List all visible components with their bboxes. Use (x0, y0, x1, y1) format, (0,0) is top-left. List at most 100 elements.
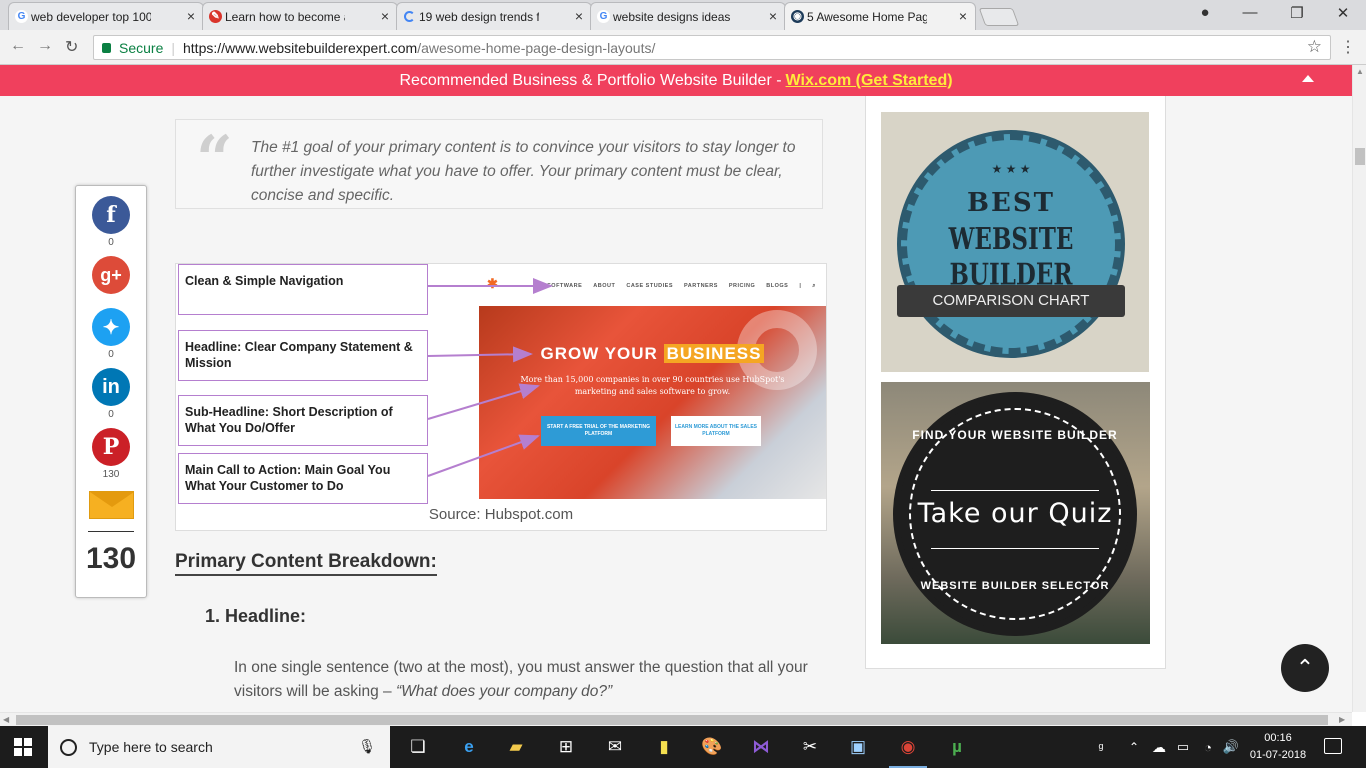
edge-icon[interactable]: e (456, 734, 482, 760)
restore-button[interactable]: ❐ (1282, 4, 1312, 22)
facebook-share-button[interactable]: f (92, 196, 130, 234)
divider (88, 531, 134, 532)
close-tab-icon[interactable]: × (187, 8, 195, 24)
sticky-notes-icon[interactable]: ▮ (651, 734, 677, 760)
quote-mark-icon: “ (196, 122, 233, 197)
minimize-button[interactable]: — (1235, 4, 1265, 21)
list-heading: 1. Headline: (205, 606, 307, 626)
email-share-icon[interactable] (89, 491, 134, 519)
blockquote: “ The #1 goal of your primary content is… (175, 119, 823, 209)
quiz-seal: FIND YOUR WEBSITE BUILDER Take our Quiz … (899, 398, 1131, 630)
show-hidden-icons[interactable]: ⌃ (1121, 734, 1147, 760)
scroll-up-arrow[interactable]: ▲ (1356, 67, 1364, 76)
figure-caption: Source: Hubspot.com (428, 506, 574, 523)
quote-text: The #1 goal of your primary content is t… (251, 139, 796, 204)
browser-tab[interactable]: G website designs ideas - G × (590, 2, 786, 30)
banner-link[interactable]: Wix.com (Get Started) (786, 72, 953, 90)
chevron-up-icon: ⌃ (1295, 655, 1315, 680)
file-explorer-icon[interactable]: ▰ (503, 734, 529, 760)
quiz-ad[interactable]: FIND YOUR WEBSITE BUILDER Take our Quiz … (881, 382, 1150, 644)
utorrent-icon[interactable]: µ (944, 734, 970, 760)
search-icon (60, 738, 77, 756)
pinterest-share-button[interactable]: P (92, 428, 130, 466)
site-icon: ◉ (791, 10, 804, 23)
image-viewer-icon[interactable]: ▣ (845, 734, 871, 760)
divider (931, 490, 1099, 491)
scroll-right-arrow[interactable]: ▶ (1339, 715, 1345, 724)
close-tab-icon[interactable]: × (769, 8, 777, 24)
back-button[interactable]: ← (10, 37, 26, 55)
annotated-figure: Clean & Simple Navigation Headline: Clea… (175, 263, 827, 531)
pinterest-icon: P (102, 434, 120, 460)
separator: | (171, 39, 175, 56)
horizontal-scroll-thumb[interactable] (16, 715, 1328, 725)
site-icon: ✎ (209, 10, 222, 23)
comparison-chart-ad[interactable]: ★ ★ ★ BEST WEBSITE BUILDER COMPARISON CH… (881, 112, 1149, 372)
horizontal-scrollbar[interactable]: ◀ ▶ (0, 712, 1352, 726)
close-tab-icon[interactable]: × (381, 8, 389, 24)
address-bar[interactable]: Secure | https://www.websitebuilderexper… (93, 35, 1331, 60)
article-paragraph: In one single sentence (two at the most)… (234, 659, 808, 700)
close-tab-icon[interactable]: × (959, 8, 967, 24)
google-icon: G (15, 10, 28, 23)
microphone-icon[interactable]: 🎙 (358, 738, 376, 755)
best-website-builder-badge: ★ ★ ★ BEST WEBSITE BUILDER COMPARISON CH… (897, 134, 1125, 354)
new-tab-button[interactable] (978, 8, 1020, 26)
vertical-scrollbar[interactable]: ▲ (1352, 65, 1366, 712)
total-share-count: 130 (85, 542, 137, 575)
battery-icon[interactable]: ▭ (1170, 734, 1196, 760)
onedrive-icon[interactable]: ☁ (1146, 734, 1172, 760)
vertical-scroll-thumb[interactable] (1355, 148, 1365, 165)
page-content: “ The #1 goal of your primary content is… (0, 96, 1352, 712)
notifications-icon[interactable] (1324, 738, 1342, 754)
windows-taskbar: Type here to search 🎙 ❏ e ▰ ⊞ ✉ ▮ 🎨 ⋈ ✂ … (0, 726, 1366, 768)
reload-button[interactable]: ↻ (65, 37, 78, 57)
people-icon[interactable]: ᵍ (1088, 734, 1114, 760)
googleplus-icon: g+ (100, 264, 122, 285)
clock-time: 00:16 (1264, 732, 1292, 744)
emphasized-question: “What does your company do?” (395, 683, 613, 700)
browser-tab-active[interactable]: ◉ 5 Awesome Home Page D × (784, 2, 976, 30)
scroll-left-arrow[interactable]: ◀ (3, 715, 9, 724)
twitter-count: 0 (108, 349, 114, 360)
browser-tab[interactable]: G web developer top 100 s × (8, 2, 204, 30)
close-window-button[interactable]: ✕ (1328, 4, 1358, 22)
facebook-icon: f (106, 202, 116, 228)
browser-menu-icon[interactable]: ⋮ (1340, 37, 1356, 57)
bookmark-star-icon[interactable]: ☆ (1307, 37, 1322, 57)
divider (931, 548, 1099, 549)
browser-tab-strip: G web developer top 100 s × ✎ Learn how … (0, 0, 1366, 30)
clock-date: 01-07-2018 (1249, 749, 1307, 761)
arrow-subheadline (427, 383, 540, 420)
twitter-share-button[interactable]: ✦ (92, 308, 130, 346)
volume-icon[interactable]: 🔊 (1218, 734, 1244, 760)
tools-icon[interactable]: ✂ (797, 734, 823, 760)
profile-icon[interactable]: ● (1190, 4, 1220, 21)
promo-banner: Recommended Business & Portfolio Website… (0, 65, 1352, 96)
taskbar-search[interactable]: Type here to search 🎙 (48, 726, 390, 768)
close-tab-icon[interactable]: × (575, 8, 583, 24)
quiz-title: Take our Quiz (917, 498, 1113, 529)
visual-studio-icon[interactable]: ⋈ (748, 734, 774, 760)
store-icon[interactable]: ⊞ (553, 734, 579, 760)
forward-button[interactable]: → (37, 37, 53, 55)
mail-icon[interactable]: ✉ (602, 734, 628, 760)
back-to-top-button[interactable]: ⌃ (1281, 644, 1329, 692)
chrome-icon[interactable]: ◉ (889, 734, 927, 768)
browser-tab[interactable]: 19 web design trends for × (396, 2, 592, 30)
secure-indicator[interactable]: Secure (102, 40, 163, 56)
twitter-icon: ✦ (102, 316, 120, 339)
linkedin-share-button[interactable]: in (92, 368, 130, 406)
banner-text: Recommended Business & Portfolio Website… (399, 71, 782, 89)
task-view-icon[interactable]: ❏ (405, 734, 431, 760)
googleplus-share-button[interactable]: g+ (92, 256, 130, 294)
collapse-banner-icon[interactable] (1302, 75, 1314, 82)
linkedin-count: 0 (108, 409, 114, 420)
paint-icon[interactable]: 🎨 (699, 734, 725, 760)
browser-tab[interactable]: ✎ Learn how to become a w × (202, 2, 398, 30)
sidebar: ★ ★ ★ BEST WEBSITE BUILDER COMPARISON CH… (865, 96, 1166, 669)
system-clock[interactable]: 00:16 01-07-2018 (1242, 730, 1314, 764)
windows-start-button[interactable] (14, 738, 32, 756)
lock-icon (102, 42, 111, 53)
arrow-headline (427, 346, 533, 363)
